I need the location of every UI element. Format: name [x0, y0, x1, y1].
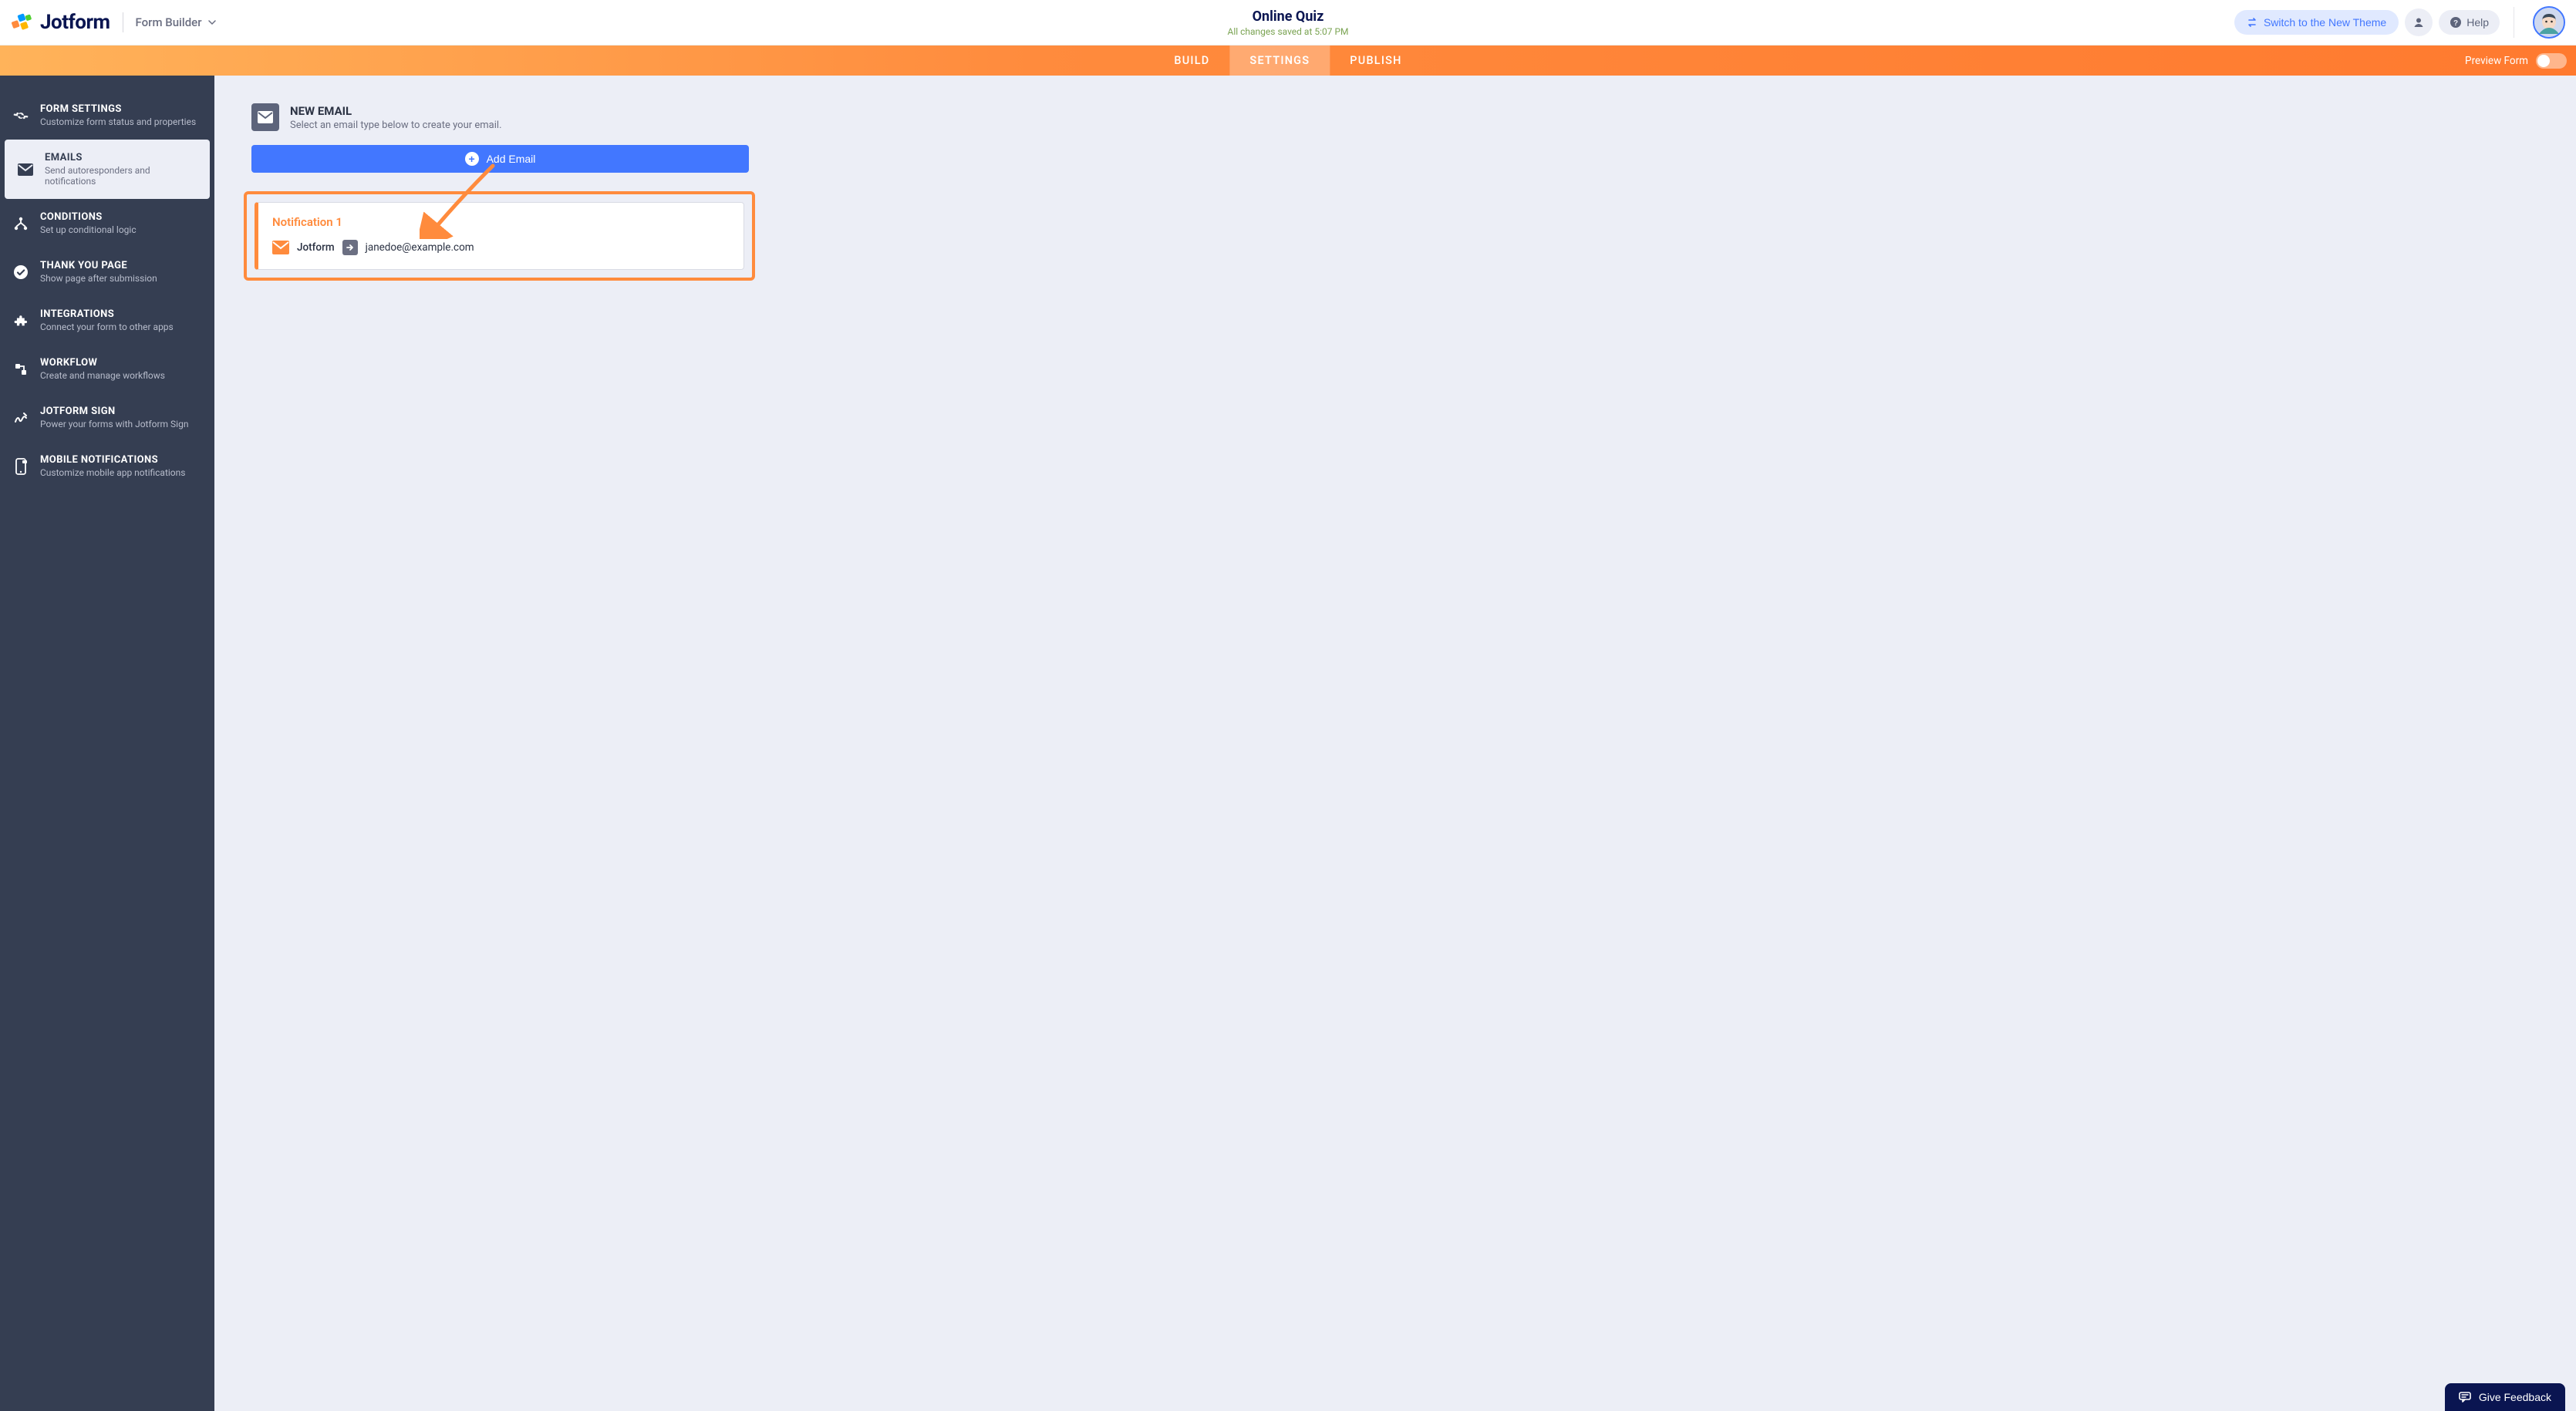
sidebar-item-title: EMAILS [45, 152, 199, 163]
logo[interactable]: Jotform [11, 11, 110, 34]
sidebar-item-desc: Set up conditional logic [40, 224, 137, 235]
give-feedback-label: Give Feedback [2479, 1391, 2551, 1403]
sidebar-item-desc: Send autoresponders and notifications [45, 165, 199, 187]
tabs-bar: BUILD SETTINGS PUBLISH Preview Form [0, 45, 2576, 76]
body: FORM SETTINGS Customize form status and … [0, 76, 2576, 1411]
preview-form-label: Preview Form [2465, 55, 2528, 67]
add-email-button[interactable]: + Add Email [251, 145, 749, 173]
sidebar-item-integrations[interactable]: INTEGRATIONS Connect your form to other … [0, 296, 214, 345]
new-email-desc: Select an email type below to create you… [290, 120, 502, 131]
notification-title: Notification 1 [272, 215, 730, 229]
give-feedback-button[interactable]: Give Feedback [2445, 1383, 2565, 1411]
sidebar-item-form-settings[interactable]: FORM SETTINGS Customize form status and … [0, 91, 214, 140]
envelope-icon [17, 161, 34, 178]
branch-icon [12, 215, 29, 232]
sidebar-item-title: CONDITIONS [40, 211, 137, 223]
tab-publish[interactable]: PUBLISH [1330, 45, 1421, 76]
user-icon [2412, 16, 2425, 29]
sidebar-item-desc: Create and manage workflows [40, 370, 165, 381]
sidebar-item-jotform-sign[interactable]: JOTFORM SIGN Power your forms with Jotfo… [0, 393, 214, 442]
sidebar-item-desc: Show page after submission [40, 273, 157, 284]
puzzle-icon [12, 312, 29, 329]
notification-highlight-box: Notification 1 Jotform janedoe@example.c… [244, 191, 755, 281]
tab-build[interactable]: BUILD [1154, 45, 1229, 76]
help-button[interactable]: ? Help [2439, 10, 2500, 35]
toggle-knob [2537, 55, 2550, 67]
workflow-icon [12, 361, 29, 378]
sidebar-item-thank-you[interactable]: THANK YOU PAGE Show page after submissio… [0, 248, 214, 296]
sidebar-item-title: MOBILE NOTIFICATIONS [40, 454, 185, 466]
notification-card[interactable]: Notification 1 Jotform janedoe@example.c… [255, 202, 744, 270]
swap-icon [2247, 17, 2257, 28]
brand-name: Jotform [40, 11, 110, 34]
avatar[interactable] [2533, 6, 2565, 39]
notification-sender: Jotform [297, 241, 335, 254]
logo-icon [11, 12, 32, 33]
form-builder-dropdown[interactable]: Form Builder [136, 15, 216, 29]
sidebar-item-conditions[interactable]: CONDITIONS Set up conditional logic [0, 199, 214, 248]
plus-icon: + [465, 152, 479, 166]
envelope-icon [272, 241, 289, 254]
header-center: Online Quiz All changes saved at 5:07 PM [1227, 8, 1348, 37]
sidebar-item-title: WORKFLOW [40, 357, 165, 369]
sidebar-item-title: FORM SETTINGS [40, 103, 196, 115]
page-title[interactable]: Online Quiz [1227, 8, 1348, 25]
switch-theme-label: Switch to the New Theme [2264, 16, 2386, 29]
avatar-image [2534, 8, 2564, 37]
sidebar-item-workflow[interactable]: WORKFLOW Create and manage workflows [0, 345, 214, 393]
switch-theme-button[interactable]: Switch to the New Theme [2234, 10, 2399, 35]
phone-icon [12, 458, 29, 475]
sidebar-item-mobile-notifications[interactable]: MOBILE NOTIFICATIONS Customize mobile ap… [0, 442, 214, 490]
arrow-right-icon [342, 240, 358, 255]
sidebar-item-desc: Connect your form to other apps [40, 322, 174, 332]
header-right: Switch to the New Theme ? Help [2234, 6, 2565, 39]
svg-text:?: ? [2453, 19, 2458, 28]
sign-icon [12, 409, 29, 426]
sidebar-item-title: JOTFORM SIGN [40, 406, 188, 417]
sidebar-item-emails[interactable]: EMAILS Send autoresponders and notificat… [5, 140, 210, 199]
sidebar-item-desc: Customize mobile app notifications [40, 467, 185, 478]
main-content: NEW EMAIL Select an email type below to … [214, 76, 2576, 1411]
account-button[interactable] [2405, 8, 2433, 36]
notification-recipient: janedoe@example.com [366, 241, 474, 254]
envelope-icon [251, 103, 279, 131]
sidebar-item-desc: Customize form status and properties [40, 116, 196, 127]
sidebar-item-title: THANK YOU PAGE [40, 260, 157, 271]
form-builder-label: Form Builder [136, 15, 202, 29]
sidebar-item-title: INTEGRATIONS [40, 308, 174, 320]
chat-icon [2459, 1391, 2471, 1403]
notification-flow: Jotform janedoe@example.com [272, 240, 730, 255]
tabs: BUILD SETTINGS PUBLISH [1154, 45, 1421, 76]
new-email-header: NEW EMAIL Select an email type below to … [251, 103, 2539, 131]
new-email-title: NEW EMAIL [290, 104, 502, 118]
gear-icon [12, 107, 29, 124]
settings-sidebar: FORM SETTINGS Customize form status and … [0, 76, 214, 1411]
add-email-label: Add Email [487, 153, 536, 165]
sidebar-item-desc: Power your forms with Jotform Sign [40, 419, 188, 429]
help-label: Help [2466, 16, 2489, 29]
check-circle-icon [12, 264, 29, 281]
preview-form-toggle[interactable] [2536, 53, 2567, 69]
save-status: All changes saved at 5:07 PM [1227, 26, 1348, 37]
preview-form-toggle-wrap: Preview Form [2465, 45, 2576, 76]
tab-settings[interactable]: SETTINGS [1229, 45, 1330, 76]
header: Jotform Form Builder Online Quiz All cha… [0, 0, 2576, 45]
question-icon: ? [2450, 16, 2462, 29]
chevron-down-icon [208, 19, 216, 26]
